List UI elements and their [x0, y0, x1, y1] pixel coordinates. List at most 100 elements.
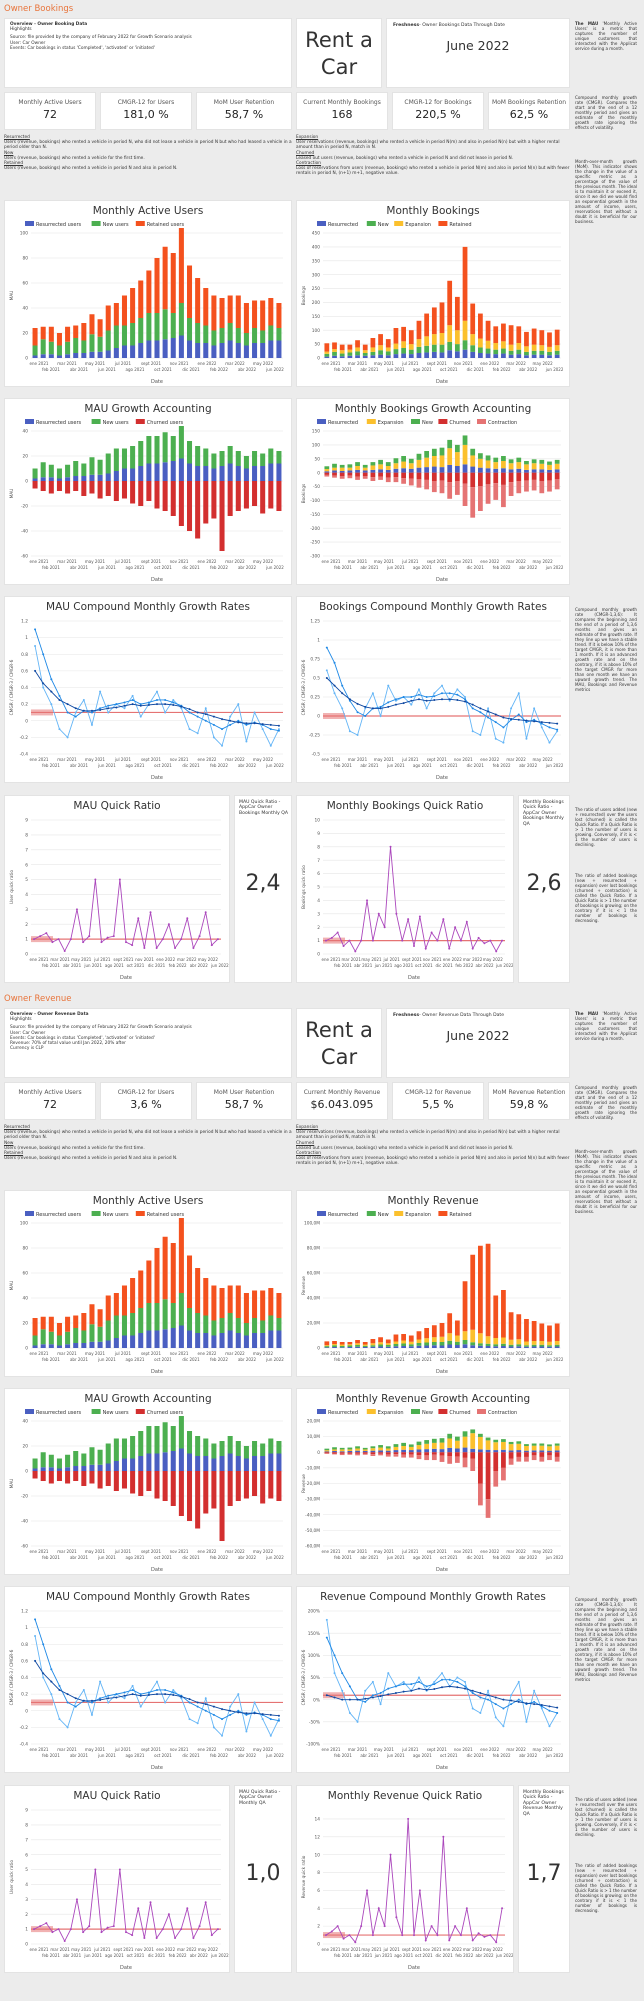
bar-segment	[355, 472, 360, 477]
bar-segment	[268, 1315, 274, 1331]
x-tick-label: jul 2021	[401, 361, 419, 366]
bar-segment	[431, 481, 437, 493]
bar-segment	[40, 481, 46, 491]
bar-segment	[408, 1344, 414, 1347]
x-tick-label: feb 2022	[455, 963, 473, 968]
x-tick-label: oct 2021	[127, 1953, 145, 1958]
bar-segment	[408, 349, 414, 355]
x-tick-label: abr 2021	[360, 1753, 379, 1758]
bar-segment	[73, 1328, 79, 1343]
chart-card: MAU Compound Monthly Growth Rates -0.4 -0.…	[4, 1586, 292, 1773]
bar-segment	[539, 1443, 545, 1446]
bar-segment	[276, 1293, 282, 1318]
bar-segment	[378, 334, 383, 346]
x-tick-label: mar 2021	[57, 559, 77, 564]
data-point	[57, 938, 60, 941]
y-tick-label: 0	[317, 952, 320, 958]
data-point	[356, 734, 359, 736]
bar-segment	[56, 1468, 62, 1471]
data-point	[556, 728, 559, 731]
bar-segment	[105, 473, 111, 481]
bar-segment	[48, 341, 54, 355]
data-point	[115, 1696, 118, 1699]
y-tick-label: 14	[315, 1817, 321, 1823]
data-point	[371, 1694, 374, 1697]
bar-segment	[235, 481, 241, 511]
bar-segment	[138, 1333, 144, 1348]
y-tick-label: 60	[23, 281, 29, 287]
y-tick-label: 9	[25, 818, 28, 824]
y-tick-label: -300	[310, 554, 320, 560]
bar-segment	[138, 1471, 144, 1496]
data-point	[50, 703, 53, 706]
bar-segment	[113, 1461, 119, 1471]
data-point	[221, 744, 224, 747]
data-point	[341, 684, 344, 687]
data-point	[112, 935, 115, 938]
x-tick-label: mar 2022	[463, 1947, 483, 1952]
data-point	[204, 911, 207, 914]
bar-segment	[40, 1471, 46, 1481]
x-tick-label: dic 2021	[182, 1357, 200, 1362]
legend-swatch	[438, 419, 448, 424]
data-point	[487, 1689, 490, 1692]
bar-segment	[355, 340, 360, 348]
data-point	[66, 1693, 69, 1696]
data-point	[180, 1928, 183, 1931]
bar-segment	[276, 340, 282, 358]
data-point	[261, 728, 264, 731]
bar-segment	[462, 472, 468, 484]
bar-segment	[470, 334, 476, 346]
logo-card: Rent a Car	[296, 1008, 382, 1078]
bar-segment	[401, 472, 406, 479]
bar-segment	[501, 1449, 506, 1453]
x-tick-label: abr 2022	[519, 1753, 538, 1758]
data-point	[204, 1901, 207, 1904]
bar-segment	[547, 1446, 552, 1451]
data-point	[364, 1700, 367, 1703]
x-tick-label: jul 2021	[401, 559, 419, 564]
bar-segment	[554, 1450, 560, 1453]
data-point	[417, 1687, 420, 1690]
bar-segment	[378, 1346, 383, 1348]
data-point	[139, 1705, 142, 1708]
y-tick-label: 2	[317, 925, 320, 931]
bar-segment	[408, 1452, 414, 1455]
x-tick-label: may 2021	[71, 957, 92, 962]
bar-segment	[524, 355, 529, 358]
data-point	[489, 1934, 492, 1937]
x-tick-label: feb 2022	[493, 565, 511, 570]
legend-swatch	[25, 1211, 34, 1216]
x-tick-label: may 2022	[483, 957, 504, 962]
bar-segment	[260, 453, 266, 466]
bar-segment	[105, 1340, 111, 1348]
data-point	[57, 1928, 60, 1931]
bar-segment	[138, 441, 144, 466]
legend-swatch	[91, 1409, 101, 1414]
bar-segment	[454, 444, 460, 453]
bar-segment	[362, 1449, 368, 1451]
x-tick-label: jul 2021	[401, 1351, 419, 1356]
bar-segment	[547, 1341, 552, 1346]
bar-segment	[211, 1443, 217, 1459]
bar-segment	[324, 469, 330, 472]
bar-segment	[447, 1333, 453, 1341]
data-point	[188, 1698, 191, 1701]
data-point	[261, 723, 264, 726]
bar-segment	[146, 1260, 152, 1303]
y-tick-label: 200%	[308, 1609, 320, 1615]
x-tick-label: ago 2021	[126, 1753, 145, 1758]
bar-segment	[524, 1456, 529, 1462]
bar-segment	[508, 472, 514, 483]
bar-segment	[462, 1344, 468, 1348]
bar-segment	[178, 1293, 184, 1326]
bar-segment	[219, 328, 225, 343]
y-tick-label: 80,0M	[307, 1246, 321, 1252]
y-tick-label: 0.25	[310, 695, 320, 701]
x-tick-label: feb 2021	[334, 367, 352, 372]
data-point	[58, 1718, 61, 1721]
x-tick-label: sept 2021	[427, 361, 448, 366]
bar-segment	[339, 471, 345, 473]
data-point	[58, 1688, 61, 1691]
bar-segment	[516, 481, 522, 494]
